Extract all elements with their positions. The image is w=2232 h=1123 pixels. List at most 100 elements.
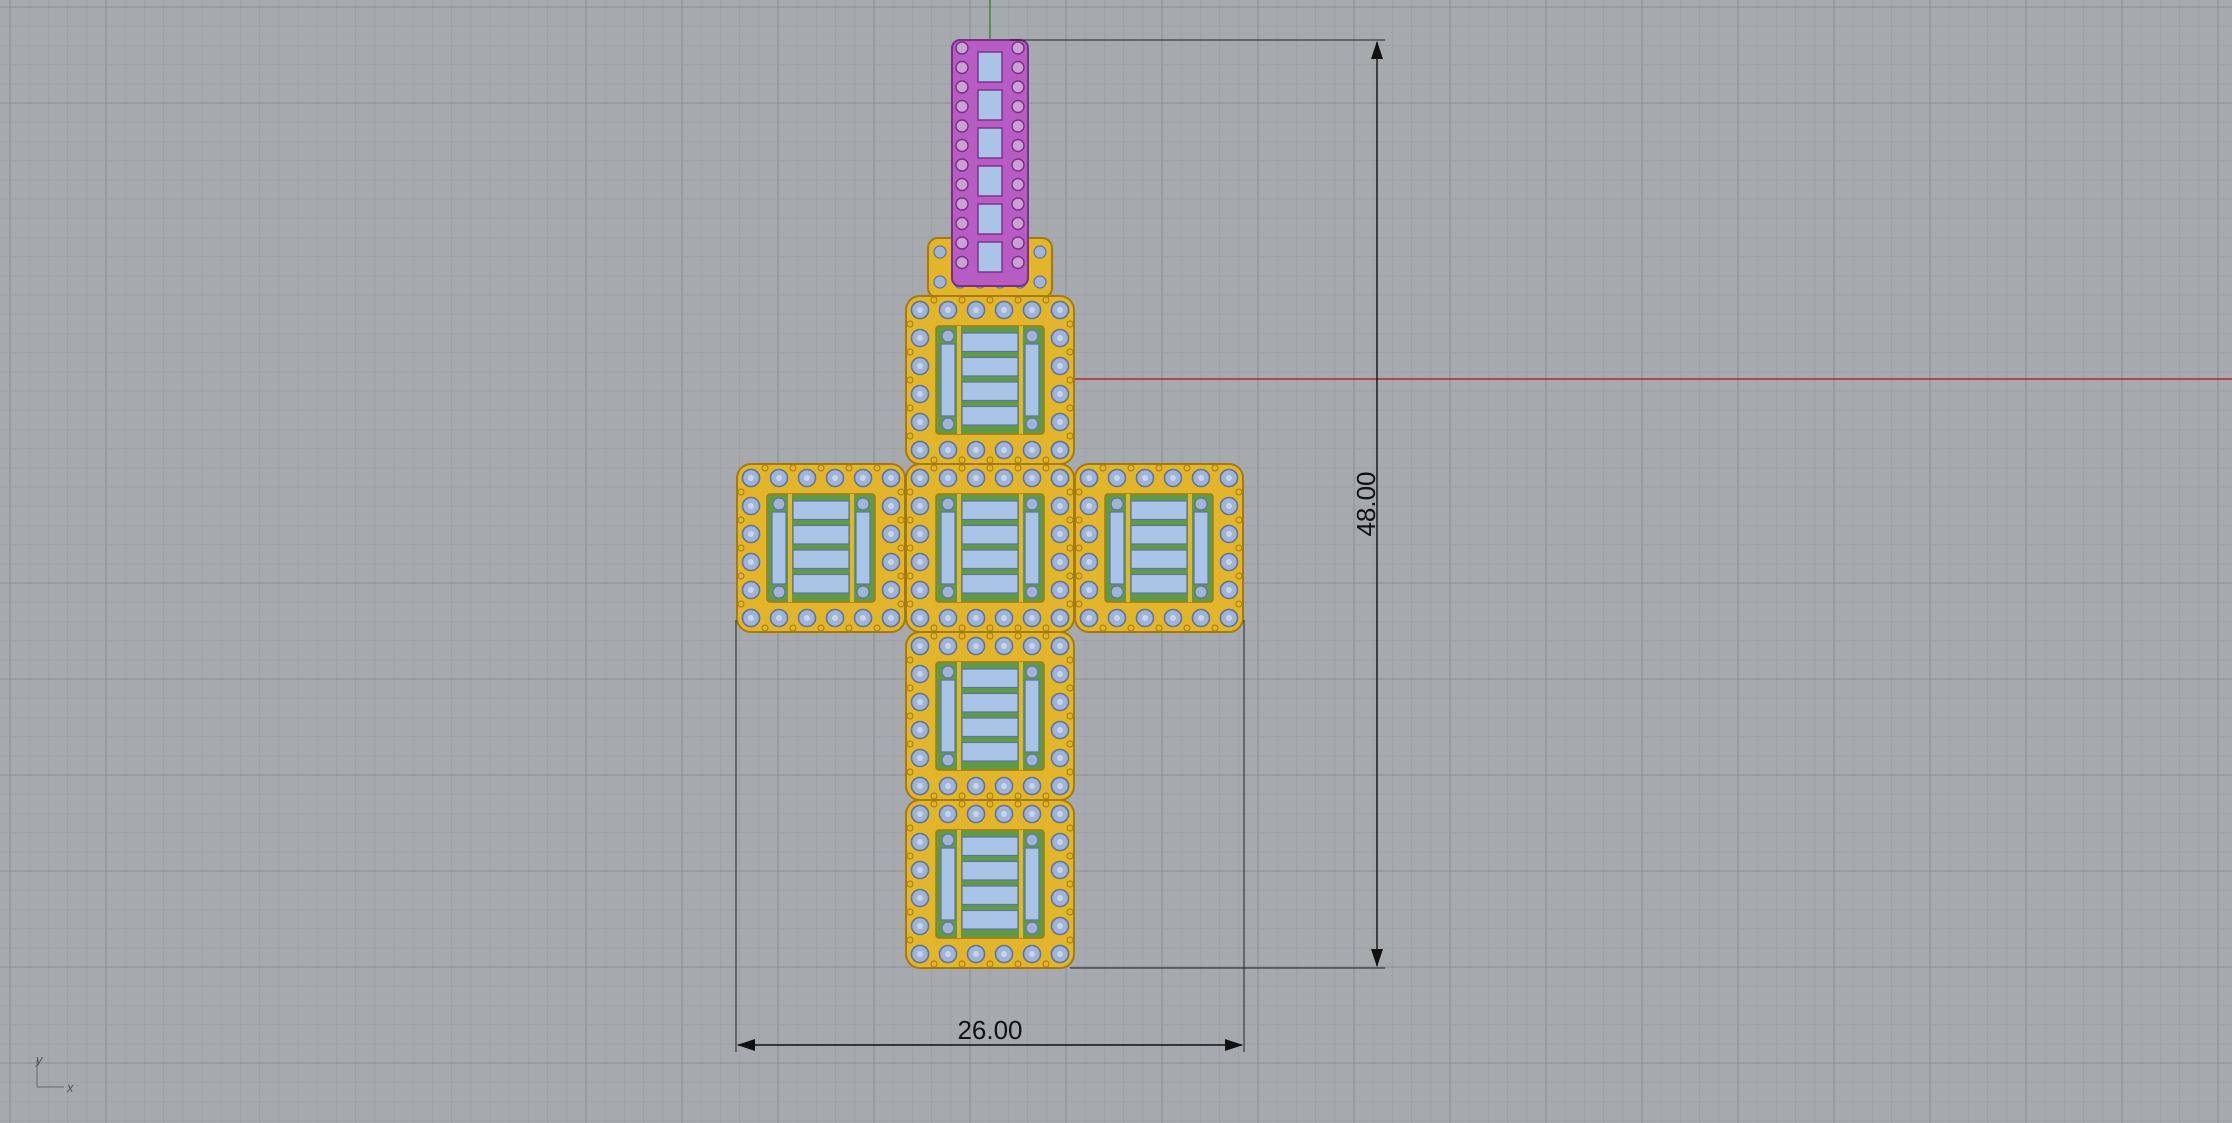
stone-facet bbox=[1001, 811, 1007, 817]
bail-stone bbox=[1011, 255, 1025, 270]
stone-facet bbox=[1170, 615, 1176, 621]
metal-bead bbox=[1042, 800, 1050, 808]
stone-facet bbox=[1057, 531, 1063, 537]
stone-facet bbox=[1029, 951, 1035, 957]
stone-facet bbox=[1226, 475, 1232, 481]
stone-facet bbox=[917, 867, 923, 873]
metal-bead bbox=[906, 740, 914, 748]
baguette-stone bbox=[961, 332, 1019, 353]
metal-bead bbox=[1042, 464, 1050, 472]
bail-baguette bbox=[977, 51, 1003, 83]
rhino-top-viewport[interactable]: 48.00 26.00 y x bbox=[0, 0, 2232, 1123]
stone-facet bbox=[1057, 839, 1063, 845]
metal-bead bbox=[1014, 800, 1022, 808]
round-stone bbox=[772, 497, 786, 511]
round-stone bbox=[933, 245, 947, 259]
stone-facet bbox=[1057, 447, 1063, 453]
metal-bead bbox=[897, 488, 905, 496]
metal-bead bbox=[1014, 464, 1022, 472]
round-stone bbox=[1194, 497, 1208, 511]
baguette-stone bbox=[771, 511, 787, 585]
bail-stone bbox=[1011, 216, 1025, 231]
metal-bead bbox=[1042, 624, 1050, 632]
stone-facet bbox=[917, 503, 923, 509]
bail-baguette bbox=[977, 89, 1003, 121]
baguette-stone bbox=[961, 356, 1019, 377]
metal-bead bbox=[930, 632, 938, 640]
stone-facet bbox=[1086, 559, 1092, 565]
stone-facet bbox=[1029, 307, 1035, 313]
baguette-stone bbox=[961, 549, 1019, 570]
stone-facet bbox=[1001, 783, 1007, 789]
stone-facet bbox=[1057, 783, 1063, 789]
stone-facet bbox=[748, 559, 754, 565]
metal-bead bbox=[906, 488, 914, 496]
metal-bead bbox=[1042, 456, 1050, 464]
metal-bead bbox=[906, 656, 914, 664]
baguette-stone bbox=[1130, 573, 1188, 594]
round-stone bbox=[941, 417, 955, 431]
stone-facet bbox=[1057, 559, 1063, 565]
stone-facet bbox=[917, 671, 923, 677]
round-stone bbox=[1025, 417, 1039, 431]
metal-bead bbox=[1042, 960, 1050, 968]
metal-bead bbox=[986, 792, 994, 800]
metal-rail bbox=[957, 326, 961, 434]
metal-bead bbox=[845, 624, 853, 632]
bail-stone bbox=[1011, 158, 1025, 172]
metal-bead bbox=[1235, 516, 1243, 524]
metal-bead bbox=[1183, 464, 1191, 472]
stone-facet bbox=[973, 475, 979, 481]
baguette-stone bbox=[1130, 549, 1188, 570]
stone-facet bbox=[1086, 475, 1092, 481]
metal-bead bbox=[1211, 464, 1219, 472]
stone-facet bbox=[1086, 615, 1092, 621]
metal-bead bbox=[737, 600, 745, 608]
metal-bead bbox=[1235, 544, 1243, 552]
viewport-canvas[interactable]: 48.00 26.00 y x bbox=[0, 0, 2232, 1123]
stone-facet bbox=[1029, 811, 1035, 817]
stone-facet bbox=[860, 475, 866, 481]
baguette-stone bbox=[961, 885, 1019, 906]
round-stone bbox=[1025, 833, 1039, 847]
stone-facet bbox=[1001, 643, 1007, 649]
metal-bead bbox=[1127, 464, 1135, 472]
bail-stone bbox=[955, 138, 969, 153]
metal-bead bbox=[1066, 516, 1074, 524]
stone-facet bbox=[1114, 615, 1120, 621]
stone-facet bbox=[945, 447, 951, 453]
stone-facet bbox=[917, 727, 923, 733]
stone-facet bbox=[1114, 475, 1120, 481]
stone-facet bbox=[1029, 615, 1035, 621]
bail-baguette bbox=[977, 165, 1003, 197]
metal-rail bbox=[1188, 494, 1192, 602]
round-stone bbox=[941, 833, 955, 847]
stone-facet bbox=[1001, 307, 1007, 313]
metal-bead bbox=[906, 880, 914, 888]
stone-facet bbox=[1057, 699, 1063, 705]
stone-facet bbox=[804, 615, 810, 621]
metal-bead bbox=[906, 768, 914, 776]
round-stone bbox=[941, 665, 955, 679]
bail-stone bbox=[955, 197, 969, 211]
stone-facet bbox=[1086, 587, 1092, 593]
metal-bead bbox=[1211, 624, 1219, 632]
bail-baguette bbox=[977, 203, 1003, 235]
metal-bead bbox=[761, 464, 769, 472]
bail-stone bbox=[1011, 60, 1025, 75]
baguette-stone bbox=[961, 717, 1019, 738]
metal-bead bbox=[958, 960, 966, 968]
stone-facet bbox=[917, 587, 923, 593]
metal-bead bbox=[1066, 712, 1074, 720]
cross-pendant-model[interactable] bbox=[736, 39, 1244, 969]
stone-facet bbox=[748, 503, 754, 509]
bail-stone bbox=[1011, 99, 1025, 114]
metal-bead bbox=[873, 464, 881, 472]
metal-rail bbox=[1019, 326, 1023, 434]
stone-facet bbox=[888, 615, 894, 621]
round-stone bbox=[772, 585, 786, 599]
stone-facet bbox=[1057, 755, 1063, 761]
metal-bead bbox=[1066, 572, 1074, 580]
metal-bead bbox=[958, 296, 966, 304]
stone-facet bbox=[1057, 951, 1063, 957]
